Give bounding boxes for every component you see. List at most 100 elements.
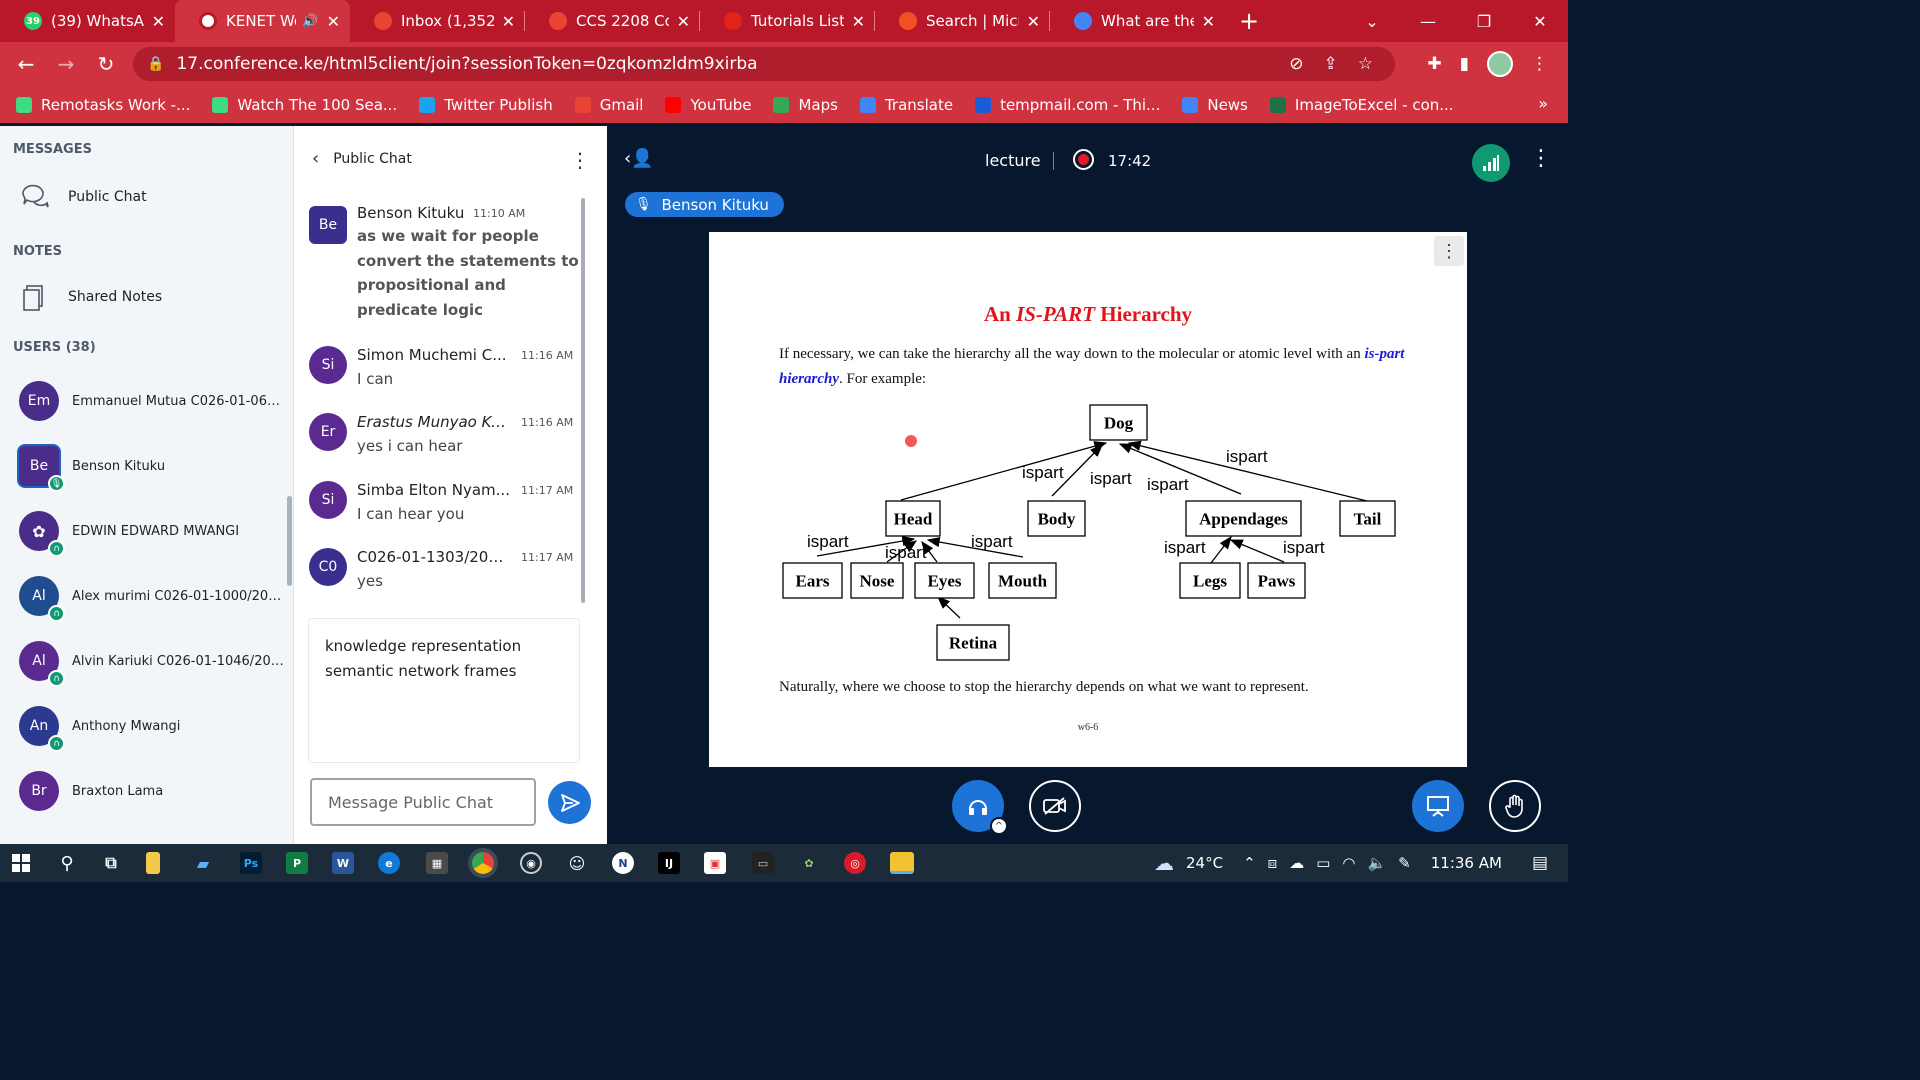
user-list-item[interactable]: ✿ ∩ EDWIN EDWARD MWANGI — [19, 509, 284, 557]
close-window-button[interactable]: ✕ — [1512, 12, 1568, 31]
eye-off-icon[interactable]: ⊘ — [1289, 54, 1303, 74]
browser-tab[interactable]: Inbox (1,352) - ✕ — [350, 0, 525, 42]
record-icon[interactable] — [1073, 149, 1094, 170]
user-list-item[interactable]: An ∩ Anthony Mwangi — [19, 704, 284, 752]
close-tab-icon[interactable]: ✕ — [1027, 12, 1040, 31]
bookmark-item[interactable]: YouTube — [665, 96, 751, 114]
extensions-icon[interactable]: ✚ — [1427, 54, 1441, 74]
task-view-icon[interactable]: ⧉ — [100, 852, 122, 874]
pc-icon[interactable]: ▰ — [192, 852, 214, 874]
tab-search-icon[interactable]: ⌄ — [1344, 12, 1400, 31]
audio-settings-icon[interactable]: ^ — [990, 817, 1008, 835]
close-tab-icon[interactable]: ✕ — [152, 12, 165, 31]
back-button[interactable]: ← — [6, 52, 46, 76]
browser-menu-icon[interactable]: ⋮ — [1531, 54, 1548, 74]
bookmark-item[interactable]: Translate — [859, 96, 953, 114]
close-tab-icon[interactable]: ✕ — [502, 12, 515, 31]
chat-header[interactable]: ‹ Public Chat — [312, 148, 412, 169]
close-tab-icon[interactable]: ✕ — [852, 12, 865, 31]
media-icon[interactable]: ◉ — [520, 852, 542, 874]
app-red-icon[interactable]: ▣ — [704, 852, 726, 874]
bookmark-item[interactable]: Twitter Publish — [419, 96, 553, 114]
bookmark-item[interactable]: Gmail — [574, 96, 643, 114]
user-list-scrollbar[interactable] — [287, 496, 292, 586]
bookmark-item[interactable]: tempmail.com - Thi... — [975, 96, 1160, 114]
volume-icon[interactable]: 🔈 — [1367, 854, 1386, 872]
windows-start-icon[interactable] — [10, 852, 32, 874]
pen-icon[interactable]: ✎ — [1398, 854, 1411, 872]
bookmarks-more-icon[interactable]: » — [1538, 94, 1548, 113]
bookmark-item[interactable]: ImageToExcel - con... — [1269, 96, 1454, 114]
chrome-icon[interactable] — [472, 852, 494, 874]
chat-scrollbar[interactable] — [581, 198, 585, 603]
user-list-item[interactable]: Al ∩ Alex murimi C026-01-1000/2021 — [19, 574, 284, 622]
search-icon[interactable]: ⚲ — [56, 852, 78, 874]
user-list-item[interactable]: Br Braxton Lama — [19, 769, 284, 813]
profile-avatar[interactable] — [1487, 51, 1513, 77]
shared-notes-item[interactable]: Shared Notes — [20, 282, 162, 312]
user-list-item[interactable]: Al ∩ Alvin Kariuki C026-01-1046/2021 — [19, 639, 284, 687]
side-panel-icon[interactable]: ▮ — [1460, 54, 1469, 74]
leave-panel-icon[interactable]: ‹👤 — [624, 148, 654, 169]
presentation-toggle-button[interactable] — [1412, 780, 1464, 832]
star-icon[interactable]: ☆ — [1358, 54, 1373, 74]
user-list-item[interactable]: Be 🎙 Benson Kituku — [19, 444, 284, 492]
temperature[interactable]: 24°C — [1186, 854, 1223, 872]
browser-tab[interactable]: Search | Micros ✕ — [875, 0, 1050, 42]
message-input[interactable]: Message Public Chat — [310, 778, 536, 826]
bookmark-item[interactable]: Maps — [773, 96, 838, 114]
onedrive-icon[interactable]: ☁ — [1289, 854, 1304, 872]
video-button[interactable] — [1029, 780, 1081, 832]
connection-status-icon[interactable] — [1472, 144, 1510, 182]
battery-icon[interactable]: ▭ — [1316, 854, 1330, 872]
node-body: Body — [1027, 500, 1086, 537]
app-n-icon[interactable]: N — [612, 852, 634, 874]
browser-tab[interactable]: What are the v ✕ — [1050, 0, 1225, 42]
tray-chevron-icon[interactable]: ⌃ — [1243, 854, 1256, 872]
raise-hand-button[interactable] — [1489, 780, 1541, 832]
terminal-icon[interactable]: ▭ — [752, 852, 774, 874]
bookmark-item[interactable]: Watch The 100 Sea... — [212, 96, 397, 114]
send-button[interactable] — [548, 781, 591, 824]
chevron-left-icon[interactable]: ‹ — [312, 148, 319, 169]
new-tab-button[interactable]: + — [1239, 7, 1259, 35]
edge-icon[interactable]: e — [378, 852, 400, 874]
omnibox[interactable]: 🔒 17.conference.ke/html5client/join?sess… — [133, 47, 1395, 81]
close-tab-icon[interactable]: ✕ — [327, 12, 340, 31]
file-explorer-icon[interactable] — [890, 852, 914, 874]
browser-tab[interactable]: CCS 2208 Com ✕ — [525, 0, 700, 42]
store-icon[interactable]: ▦ — [426, 852, 448, 874]
minimize-button[interactable]: — — [1400, 12, 1456, 31]
word-icon[interactable]: W — [332, 852, 354, 874]
app-leaf-icon[interactable]: ✿ — [798, 852, 820, 874]
bookmark-item[interactable]: Remotasks Work -... — [16, 96, 190, 114]
sticky-notes-icon[interactable] — [146, 852, 160, 874]
app-target-icon[interactable]: ◎ — [844, 852, 866, 874]
meeting-options-icon[interactable]: ⋮ — [1530, 146, 1552, 171]
public-chat-item[interactable]: Public Chat — [20, 182, 147, 212]
wifi-icon[interactable]: ◠ — [1342, 854, 1355, 872]
notifications-icon[interactable]: ▤ — [1532, 853, 1548, 873]
tab-audio-icon[interactable]: 🔊 — [302, 14, 318, 29]
reload-button[interactable]: ↻ — [86, 52, 126, 76]
tray-app-icon[interactable]: ⧈ — [1268, 854, 1278, 872]
browser-tab[interactable]: KENET We 🔊 ✕ — [175, 0, 350, 42]
close-tab-icon[interactable]: ✕ — [1202, 12, 1215, 31]
restore-button[interactable]: ❐ — [1456, 12, 1512, 31]
close-tab-icon[interactable]: ✕ — [677, 12, 690, 31]
user-list-item[interactable]: Em Emmanuel Mutua C026-01-06...(You) — [19, 379, 284, 423]
bookmark-item[interactable]: News — [1182, 96, 1248, 114]
chat-options-icon[interactable]: ⋮ — [570, 148, 590, 172]
intellij-icon[interactable]: IJ — [658, 852, 680, 874]
clock[interactable]: 11:36 AM — [1431, 854, 1502, 872]
browser-tab[interactable]: 39 (39) WhatsApp ✕ — [0, 0, 175, 42]
browser-tab[interactable]: Tutorials List - ✕ — [700, 0, 875, 42]
publisher-icon[interactable]: P — [286, 852, 308, 874]
weather-icon[interactable]: ☁ — [1154, 851, 1174, 875]
audio-button[interactable]: ^ — [952, 780, 1008, 835]
photoshop-icon[interactable]: Ps — [240, 852, 262, 874]
recording-time: 17:42 — [1108, 152, 1152, 170]
app-icon[interactable]: ☺ — [566, 852, 588, 874]
share-icon[interactable]: ⇪ — [1324, 54, 1338, 74]
forward-button[interactable]: → — [46, 52, 86, 76]
